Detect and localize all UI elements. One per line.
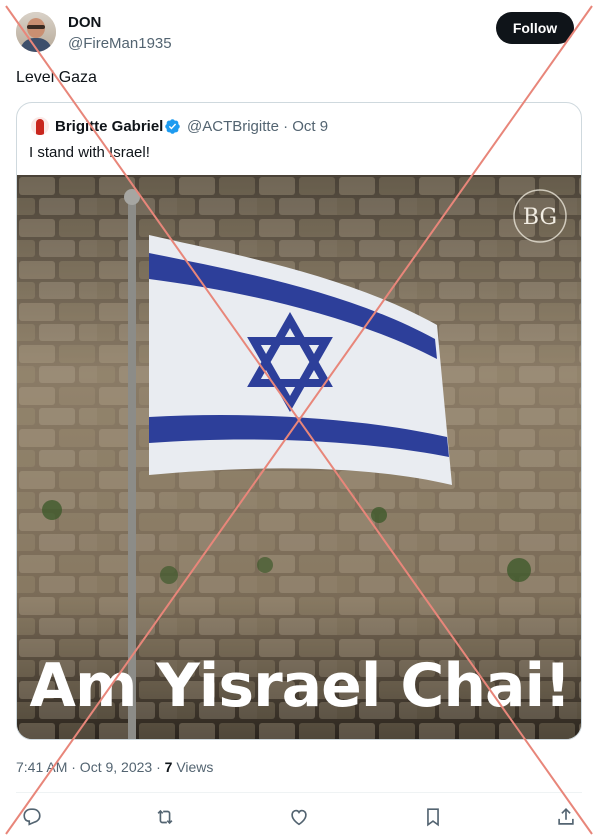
quoted-author-name[interactable]: Brigitte Gabriel bbox=[55, 118, 163, 135]
action-bar bbox=[0, 800, 598, 834]
quoted-author-avatar[interactable] bbox=[31, 117, 49, 135]
timestamp[interactable]: 7:41 AM · Oct 9, 2023 · bbox=[16, 759, 165, 775]
quoted-author-handle-date[interactable]: @ACTBrigitte · Oct 9 bbox=[187, 118, 328, 135]
author-avatar[interactable] bbox=[16, 12, 56, 52]
image-caption: Am Yisrael Chai! bbox=[29, 651, 572, 721]
tweet: DON @FireMan1935 Follow Level Gaza Brigi… bbox=[0, 0, 598, 840]
bookmark-icon bbox=[427, 808, 439, 827]
tweet-text: Level Gaza bbox=[16, 69, 97, 86]
share-button[interactable] bbox=[553, 804, 579, 830]
tweet-meta: 7:41 AM · Oct 9, 2023 · 7 Views bbox=[16, 759, 213, 775]
quoted-tweet[interactable]: Brigitte Gabriel @ACTBrigitte · Oct 9 I … bbox=[16, 102, 582, 740]
author-name[interactable]: DON bbox=[68, 14, 101, 31]
bg-logo-icon: BG bbox=[513, 189, 567, 243]
divider bbox=[16, 792, 582, 793]
heart-icon bbox=[291, 809, 307, 826]
views-label: Views bbox=[172, 759, 214, 775]
quoted-tweet-image[interactable]: BG Am Yisrael Chai! bbox=[17, 175, 581, 739]
reply-icon bbox=[23, 808, 41, 826]
svg-text:BG: BG bbox=[523, 205, 557, 230]
verified-badge-icon bbox=[165, 119, 180, 134]
like-button[interactable] bbox=[286, 804, 312, 830]
quoted-tweet-text: I stand with Israel! bbox=[29, 144, 150, 161]
follow-button[interactable]: Follow bbox=[496, 12, 574, 44]
author-handle[interactable]: @FireMan1935 bbox=[68, 35, 172, 52]
retweet-button[interactable] bbox=[152, 804, 178, 830]
retweet-icon bbox=[157, 809, 173, 825]
reply-button[interactable] bbox=[19, 804, 45, 830]
bookmark-button[interactable] bbox=[420, 804, 446, 830]
share-icon bbox=[558, 808, 574, 825]
